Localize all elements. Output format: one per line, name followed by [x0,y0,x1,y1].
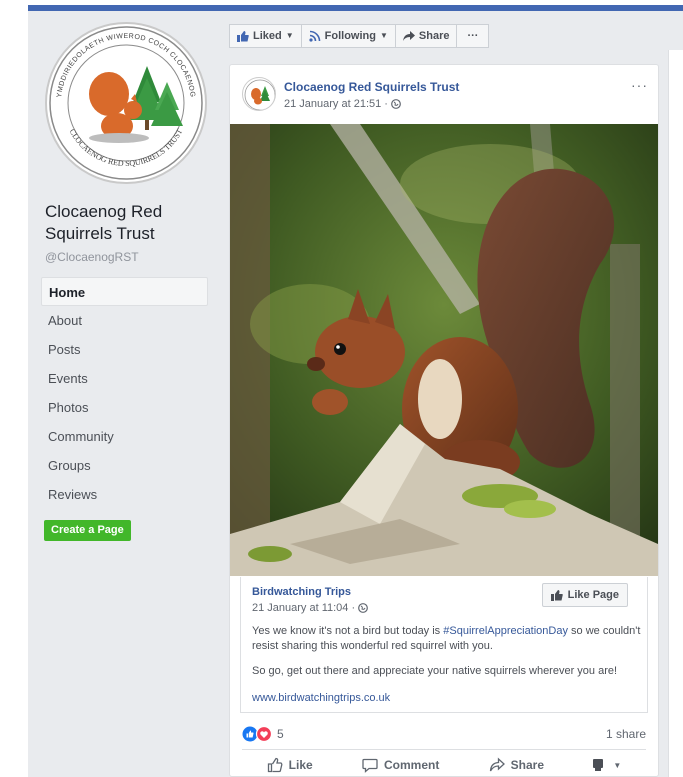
nav-item-photos[interactable]: Photos [41,393,208,422]
website-link[interactable]: www.birdwatchingtrips.co.uk [252,692,390,704]
reactions-summary[interactable]: 5 [242,726,284,742]
share-count[interactable]: 1 share [606,727,646,741]
nav-item-posts[interactable]: Posts [41,335,208,364]
comment-action-label: Comment [384,758,440,772]
post-author-name[interactable]: Clocaenog Red Squirrels Trust [284,80,459,94]
page-profile-logo[interactable]: YMDDIRIEDOLAETH WIWEROD COCH CLOCAENOG C… [45,22,207,184]
share-label: Share [418,30,450,42]
chevron-down-icon: ▼ [285,31,294,40]
post-card: Clocaenog Red Squirrels Trust 21 January… [229,64,659,777]
share-page-button[interactable]: Share [394,24,458,48]
shared-text-paragraph-2: So go, get out there and appreciate your… [252,665,618,677]
more-options-button[interactable]: ··· [456,24,490,48]
red-squirrel-image [230,124,658,576]
page-handle[interactable]: @ClocaenogRST [45,250,139,264]
squirrel-logo-icon: YMDDIRIEDOLAETH WIWEROD COCH CLOCAENOG C… [49,26,203,180]
share-arrow-icon [402,31,415,41]
rss-icon [309,30,320,42]
page-action-bar: Liked ▼ Following ▼ Share ··· [229,24,490,48]
nav-item-events[interactable]: Events [41,364,208,393]
squirrel-logo-icon [244,79,275,110]
thumbs-up-icon [237,30,249,42]
share-action-button[interactable]: Share [489,757,544,773]
thumbs-up-icon [550,589,563,601]
page-nav: Home About Posts Events Photos Community… [41,277,208,509]
like-action-button[interactable]: Like [267,757,313,773]
following-label: Following [324,30,376,42]
nav-item-community[interactable]: Community [41,422,208,451]
globe-icon [358,603,369,613]
post-meta: 21 January at 21:51 · [284,98,401,110]
audience-selector-button[interactable]: ▼ [593,757,621,773]
share-arrow-outline-icon [489,757,505,772]
shared-author-name[interactable]: Birdwatching Trips [252,586,351,598]
post-timestamp[interactable]: 21 January at 21:51 · [284,98,388,110]
page-name: Clocaenog Red Squirrels Trust [45,202,163,243]
chevron-down-icon: ▼ [613,760,622,770]
shared-text-paragraph-1: Yes we know it's not a bird but today is… [252,624,642,654]
nav-item-about[interactable]: About [41,306,208,335]
squirrel-photo[interactable] [230,124,658,576]
shared-post-meta: 21 January at 11:04 · [252,602,369,614]
post-options-icon[interactable]: ··· [631,77,648,93]
right-column-edge [668,50,683,777]
post-actions: Like Comment Share ▼ [242,757,646,773]
hashtag-link[interactable]: #SquirrelAppreciationDay [443,625,568,637]
like-love-reaction-icons [242,726,273,742]
liked-label: Liked [253,30,282,42]
chevron-down-icon: ▼ [379,31,388,40]
ellipsis-icon: ··· [467,30,479,42]
liked-button[interactable]: Liked ▼ [229,24,302,48]
like-action-label: Like [288,758,313,772]
nav-item-groups[interactable]: Groups [41,451,208,480]
nav-item-home[interactable]: Home [41,277,208,306]
shared-text-1-start: Yes we know it's not a bird but today is [252,625,444,637]
share-action-label: Share [510,758,545,772]
create-page-button[interactable]: Create a Page [44,520,131,541]
reaction-count: 5 [277,727,284,741]
shared-timestamp[interactable]: 21 January at 11:04 · [252,602,355,614]
globe-icon [391,99,401,109]
shared-post-box: Birdwatching Trips 21 January at 11:04 ·… [240,577,648,713]
action-divider [242,749,646,750]
thumbs-up-outline-icon [267,757,283,773]
nav-item-reviews[interactable]: Reviews [41,480,208,509]
comment-action-button[interactable]: Comment [362,757,439,773]
following-button[interactable]: Following ▼ [300,24,396,48]
post-author-avatar[interactable] [242,77,276,111]
like-page-button[interactable]: Like Page [541,583,628,607]
comment-bubble-icon [362,758,378,773]
like-page-label: Like Page [567,589,619,601]
page-avatar-icon [593,759,604,771]
